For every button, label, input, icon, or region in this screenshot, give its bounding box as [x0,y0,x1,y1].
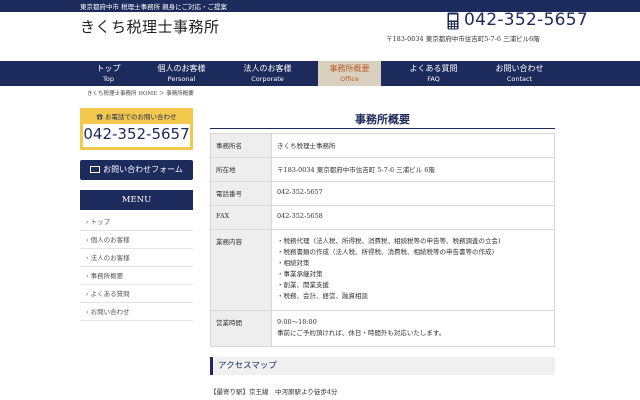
menu-heading: MENU [80,190,193,210]
phone-icon [447,12,459,30]
list-item: ・税務書類の作成（法人税、所得税、消費税、相続税等の申告書等の作成) [277,248,495,256]
chevron-right-icon: › [86,218,89,226]
list-item: ・事業承継対策 [277,270,323,278]
phone-icon: ☎ [96,113,106,121]
list-item: ・税務代理（法人税、所得税、消費税、相続税等の申告等、税務調査の立会) [277,237,501,245]
hours-value: 9:00～18:00 [277,318,317,326]
chevron-right-icon: › [86,308,89,316]
side-menu-item-personal[interactable]: › 個人のお客様 [80,231,193,249]
nav-contact[interactable]: お問い合わせ Contact [488,61,551,86]
hours-note: 事前にご予約頂ければ、休日・時間外も対応いたします。 [277,329,446,337]
row-label-hours: 営業時間 [210,310,272,347]
row-label-phone: 電話番号 [210,181,272,206]
side-menu-item-faq[interactable]: › よくある質問 [80,285,193,303]
services-list: ・税務代理（法人税、所得税、消費税、相続税等の申告等、税務調査の立会) ・税務書… [277,236,549,302]
mail-icon [90,165,101,173]
nearest-station: 【最寄り駅】京王線 中河原駅より徒歩4分 [210,388,338,396]
tagline: 東京都府中市 税理士事務所 親身にご対応・ご提案 [80,3,228,11]
site-logo[interactable]: きくち税理士事務所 [80,16,220,37]
list-item: ・創業、開業支援 [277,281,329,289]
side-menu-item-contact[interactable]: › お問い合わせ [80,303,193,321]
title-divider [210,128,555,129]
office-hours: 9:00～18:00 事前にご予約頂ければ、休日・時間外も対応いたします。 [271,310,555,347]
table-row: FAX 042-352-5658 [210,205,555,230]
list-item: ・税務、会計、経営、融資相談 [277,292,368,300]
row-label-name: 事務所名 [210,133,272,158]
sidebar-phone-number[interactable]: 042-352-5657 [83,125,190,143]
chevron-right-icon: › [86,236,89,244]
table-row: 業務内容 ・税務代理（法人税、所得税、消費税、相続税等の申告等、税務調査の立会)… [210,229,555,311]
side-menu-item-corporate[interactable]: › 法人のお客様 [80,249,193,267]
global-nav: トップ Top 個人のお客様 Personal 法人のお客様 Corporate 事務… [0,61,640,86]
chevron-right-icon: › [86,254,89,262]
nav-top[interactable]: トップ Top [77,61,140,86]
nav-faq[interactable]: よくある質問 FAQ [402,61,465,86]
page-title: 事務所概要 [355,113,410,126]
office-services: ・税務代理（法人税、所得税、消費税、相続税等の申告等、税務調査の立会) ・税務書… [271,229,555,311]
office-location: 〒183-0034 東京都府中市住吉町 5-7-6 三浦ビル 6階 [271,157,555,182]
row-label-services: 業務内容 [210,229,272,311]
list-item: ・相続対策 [277,259,310,267]
office-info-table: 事務所名 きくち税理士事務所 所在地 〒183-0034 東京都府中市住吉町 5… [210,133,555,347]
side-menu-item-top[interactable]: › トップ [80,213,193,231]
office-fax: 042-352-5658 [271,205,555,230]
access-map-heading: アクセスマップ [210,357,555,375]
side-menu-item-office[interactable]: › 事務所概要 [80,267,193,285]
chevron-right-icon: › [86,272,89,280]
contact-form-button[interactable]: お問い合わせフォーム [80,160,193,180]
nav-personal[interactable]: 個人のお客様 Personal [150,61,213,86]
row-label-location: 所在地 [210,157,272,182]
breadcrumb[interactable]: きくち税理士事務所 HOME ＞ 事務所概要 [87,89,194,97]
office-phone: 042-352-5657 [271,181,555,206]
table-row: 電話番号 042-352-5657 [210,181,555,206]
office-name: きくち税理士事務所 [271,133,555,158]
chevron-right-icon: › [86,290,89,298]
nav-office[interactable]: 事務所概要 Office [318,61,381,86]
sidebar-phone-heading: ☎ お電話でのお問い合わせ [83,111,190,124]
header-phone-number[interactable]: 042-352-5657 [464,10,588,30]
row-label-fax: FAX [210,205,272,230]
side-menu: › トップ › 個人のお客様 › 法人のお客様 › 事務所概要 › よくある質問 › お問い… [80,213,193,321]
header-address: 〒183-0034 東京都府中市住吉町5-7-6 三浦ビル6階 [386,35,540,43]
table-row: 所在地 〒183-0034 東京都府中市住吉町 5-7-6 三浦ビル 6階 [210,157,555,182]
nav-corporate[interactable]: 法人のお客様 Corporate [236,61,299,86]
table-row: 事務所名 きくち税理士事務所 [210,133,555,158]
table-row: 営業時間 9:00～18:00 事前にご予約頂ければ、休日・時間外も対応いたしま… [210,310,555,347]
sidebar-phone-box[interactable]: ☎ お電話でのお問い合わせ 042-352-5657 [80,108,193,150]
